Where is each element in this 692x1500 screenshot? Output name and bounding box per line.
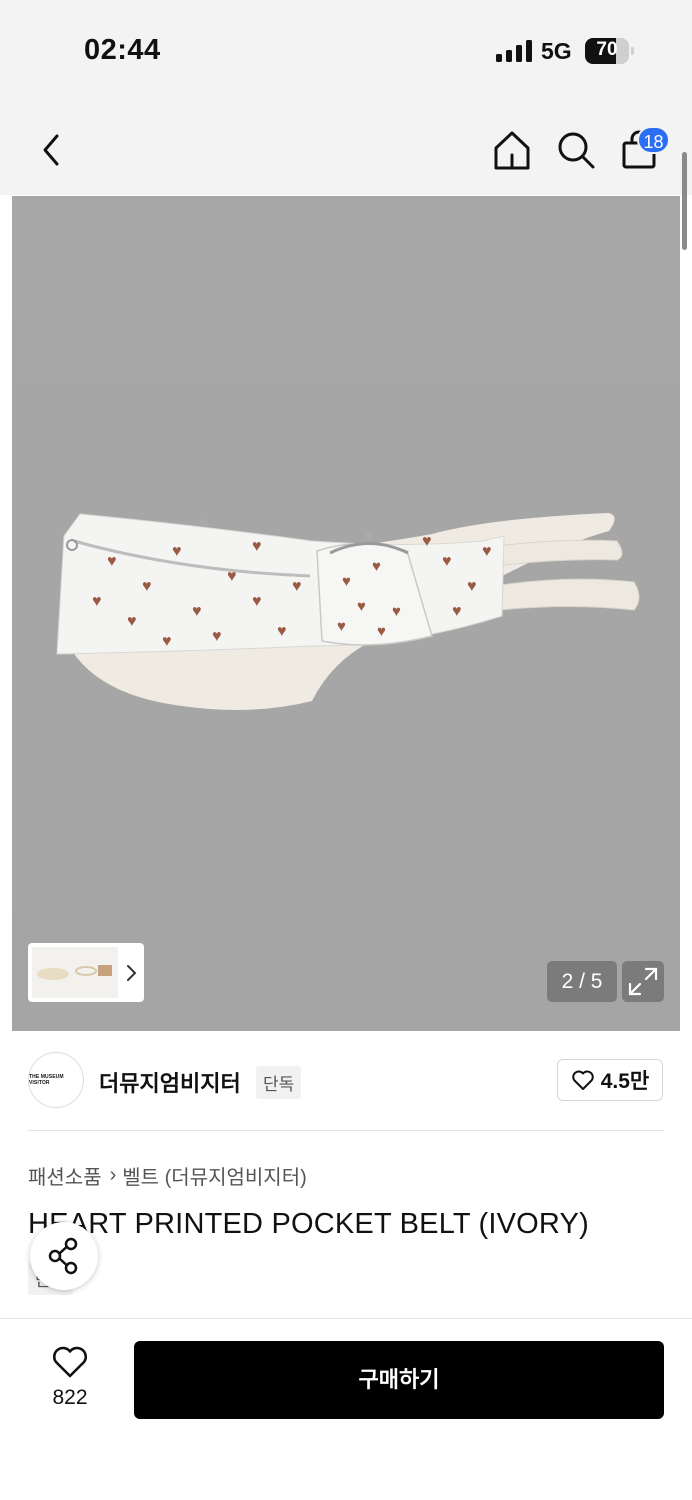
svg-text:♥: ♥ (392, 603, 401, 620)
search-icon[interactable] (552, 126, 600, 174)
expand-button[interactable] (622, 961, 664, 1002)
share-icon (48, 1237, 78, 1275)
svg-text:♥: ♥ (292, 578, 302, 595)
chevron-right-icon[interactable] (122, 962, 140, 984)
svg-text:♥: ♥ (442, 553, 452, 570)
brand-logo-text: THE MUSEUM VISITOR (29, 1074, 64, 1086)
svg-text:♥: ♥ (227, 568, 237, 585)
signal-icon (496, 40, 532, 62)
brand-like-button[interactable]: 4.5만 (557, 1059, 663, 1101)
battery-icon: 70 (585, 38, 634, 64)
svg-text:♥: ♥ (252, 593, 262, 610)
svg-text:♥: ♥ (142, 578, 152, 595)
buy-button[interactable]: 구매하기 (134, 1341, 664, 1419)
exclusive-badge: 단독 (256, 1066, 302, 1099)
wishlist-heart-icon[interactable] (51, 1345, 89, 1379)
expand-icon (628, 967, 658, 996)
divider (0, 1318, 692, 1319)
status-time: 02:44 (84, 34, 161, 66)
svg-text:♥: ♥ (127, 613, 137, 630)
svg-text:♥: ♥ (92, 593, 102, 610)
product-image[interactable]: ♥ ♥ ♥ ♥ ♥ ♥ ♥ ♥ ♥ ♥ ♥ ♥ ♥ ♥ ♥ ♥ ♥ ♥ ♥ ♥ ♥ ♥ ♥ ♥ (12, 196, 680, 1031)
svg-text:♥: ♥ (357, 598, 366, 615)
svg-text:♥: ♥ (172, 543, 182, 560)
home-icon[interactable] (488, 126, 536, 174)
svg-text:♥: ♥ (342, 573, 351, 590)
svg-text:♥: ♥ (377, 623, 386, 640)
svg-text:♥: ♥ (372, 558, 381, 575)
cart-count-badge: 18 (637, 126, 670, 154)
chevron-right-icon: › (109, 1164, 117, 1186)
svg-text:♥: ♥ (482, 543, 492, 560)
svg-text:♥: ♥ (192, 603, 202, 620)
scrollbar-thumb[interactable] (682, 152, 687, 250)
brand-name[interactable]: 더뮤지엄비지터 (99, 1066, 241, 1098)
svg-text:♥: ♥ (467, 578, 477, 595)
brand-like-count: 4.5만 (600, 1070, 650, 1093)
share-button[interactable] (30, 1222, 98, 1290)
breadcrumb-category[interactable]: 패션소품 (28, 1161, 102, 1190)
svg-text:♥: ♥ (277, 623, 287, 640)
wishlist-count: 822 (52, 1386, 88, 1409)
breadcrumb: 패션소품 › 벨트 (더뮤지엄비지터) (28, 1161, 307, 1190)
svg-text:♥: ♥ (422, 533, 432, 550)
heart-icon (571, 1070, 594, 1090)
svg-text:♥: ♥ (162, 633, 172, 650)
svg-text:♥: ♥ (107, 553, 117, 570)
back-arrow-icon[interactable] (28, 126, 76, 174)
brand-logo[interactable]: THE MUSEUM VISITOR (28, 1052, 84, 1108)
svg-text:♥: ♥ (452, 603, 462, 620)
svg-text:♥: ♥ (212, 628, 222, 645)
battery-level: 70 (596, 39, 618, 60)
svg-text:♥: ♥ (252, 538, 262, 555)
network-type: 5G (541, 38, 572, 64)
product-title: HEART PRINTED POCKET BELT (IVORY) (28, 1208, 589, 1240)
image-counter: 2 / 5 (547, 961, 617, 1002)
heart-pocket-belt-illustration: ♥ ♥ ♥ ♥ ♥ ♥ ♥ ♥ ♥ ♥ ♥ ♥ ♥ ♥ ♥ ♥ ♥ ♥ ♥ ♥ ♥ ♥ ♥ ♥ (56, 513, 640, 710)
divider (28, 1130, 664, 1131)
svg-text:♥: ♥ (337, 618, 346, 635)
breadcrumb-subcategory[interactable]: 벨트 (더뮤지엄비지터) (122, 1161, 306, 1190)
